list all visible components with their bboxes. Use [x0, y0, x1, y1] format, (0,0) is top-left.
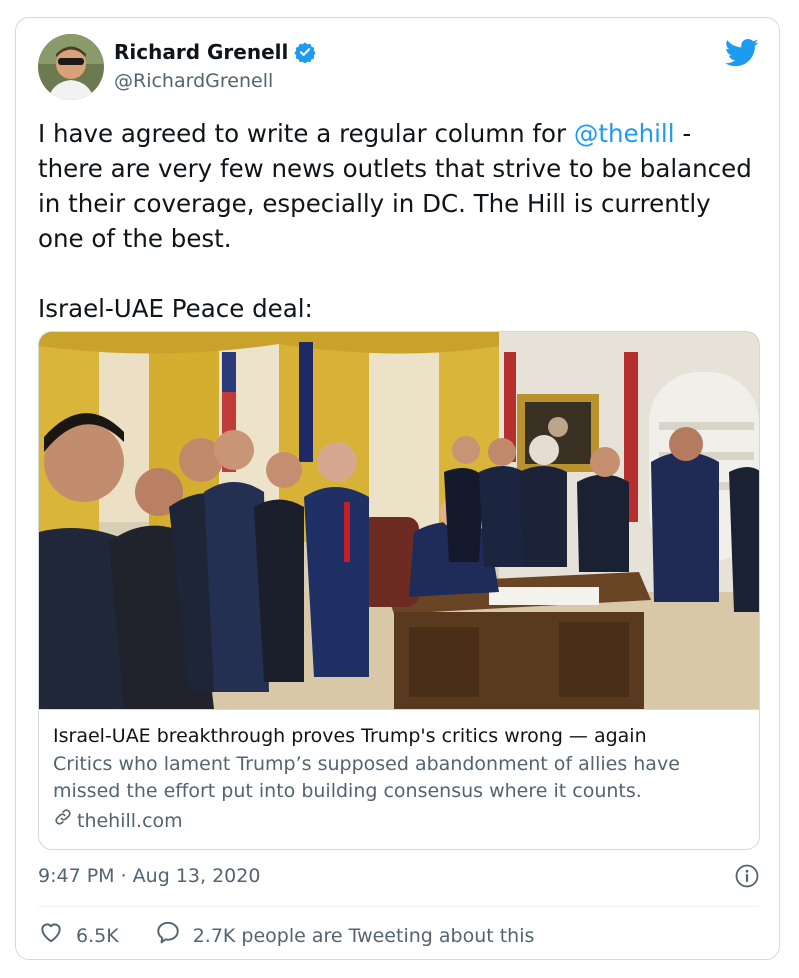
link-card-domain[interactable]: thehill.com [77, 808, 183, 835]
verified-badge-icon [294, 41, 316, 64]
mention-link[interactable]: @thehill [574, 119, 675, 148]
like-count: 6.5K [76, 925, 119, 947]
link-card-description: Critics who lament Trump’s supposed aban… [53, 753, 680, 802]
like-button[interactable]: 6.5K [38, 919, 119, 953]
link-card-title[interactable]: Israel-UAE breakthrough proves Trump's c… [53, 723, 647, 749]
info-icon[interactable] [735, 864, 759, 888]
link-icon [53, 807, 73, 835]
divider [38, 906, 759, 907]
link-preview-card[interactable]: Israel-UAE breakthrough proves Trump's c… [38, 331, 760, 850]
avatar[interactable] [38, 34, 104, 100]
author-name-row[interactable]: Richard Grenell [114, 39, 316, 65]
tweet-card: Richard Grenell @RichardGrenell I have a… [15, 17, 780, 960]
author-name[interactable]: Richard Grenell [114, 39, 288, 65]
comment-bubble-icon [155, 919, 181, 953]
twitter-bird-icon[interactable] [724, 38, 759, 68]
tweet-text-para2: Israel-UAE Peace deal: [38, 294, 313, 323]
action-bar: 6.5K 2.7K people are Tweeting about this [38, 919, 570, 953]
heart-icon [38, 919, 64, 953]
link-card-domain-row[interactable]: thehill.com [53, 807, 183, 835]
tweet-timestamp[interactable]: 9:47 PM · Aug 13, 2020 [38, 863, 260, 889]
tweeting-about-text: 2.7K people are Tweeting about this [192, 925, 535, 947]
tweet-text: I have agreed to write a regular column … [38, 116, 758, 326]
article-photo[interactable] [39, 332, 759, 710]
author-handle[interactable]: @RichardGrenell [114, 68, 273, 94]
tweeting-about-button[interactable]: 2.7K people are Tweeting about this [155, 919, 535, 953]
tweet-text-part1: I have agreed to write a regular column … [38, 119, 574, 148]
